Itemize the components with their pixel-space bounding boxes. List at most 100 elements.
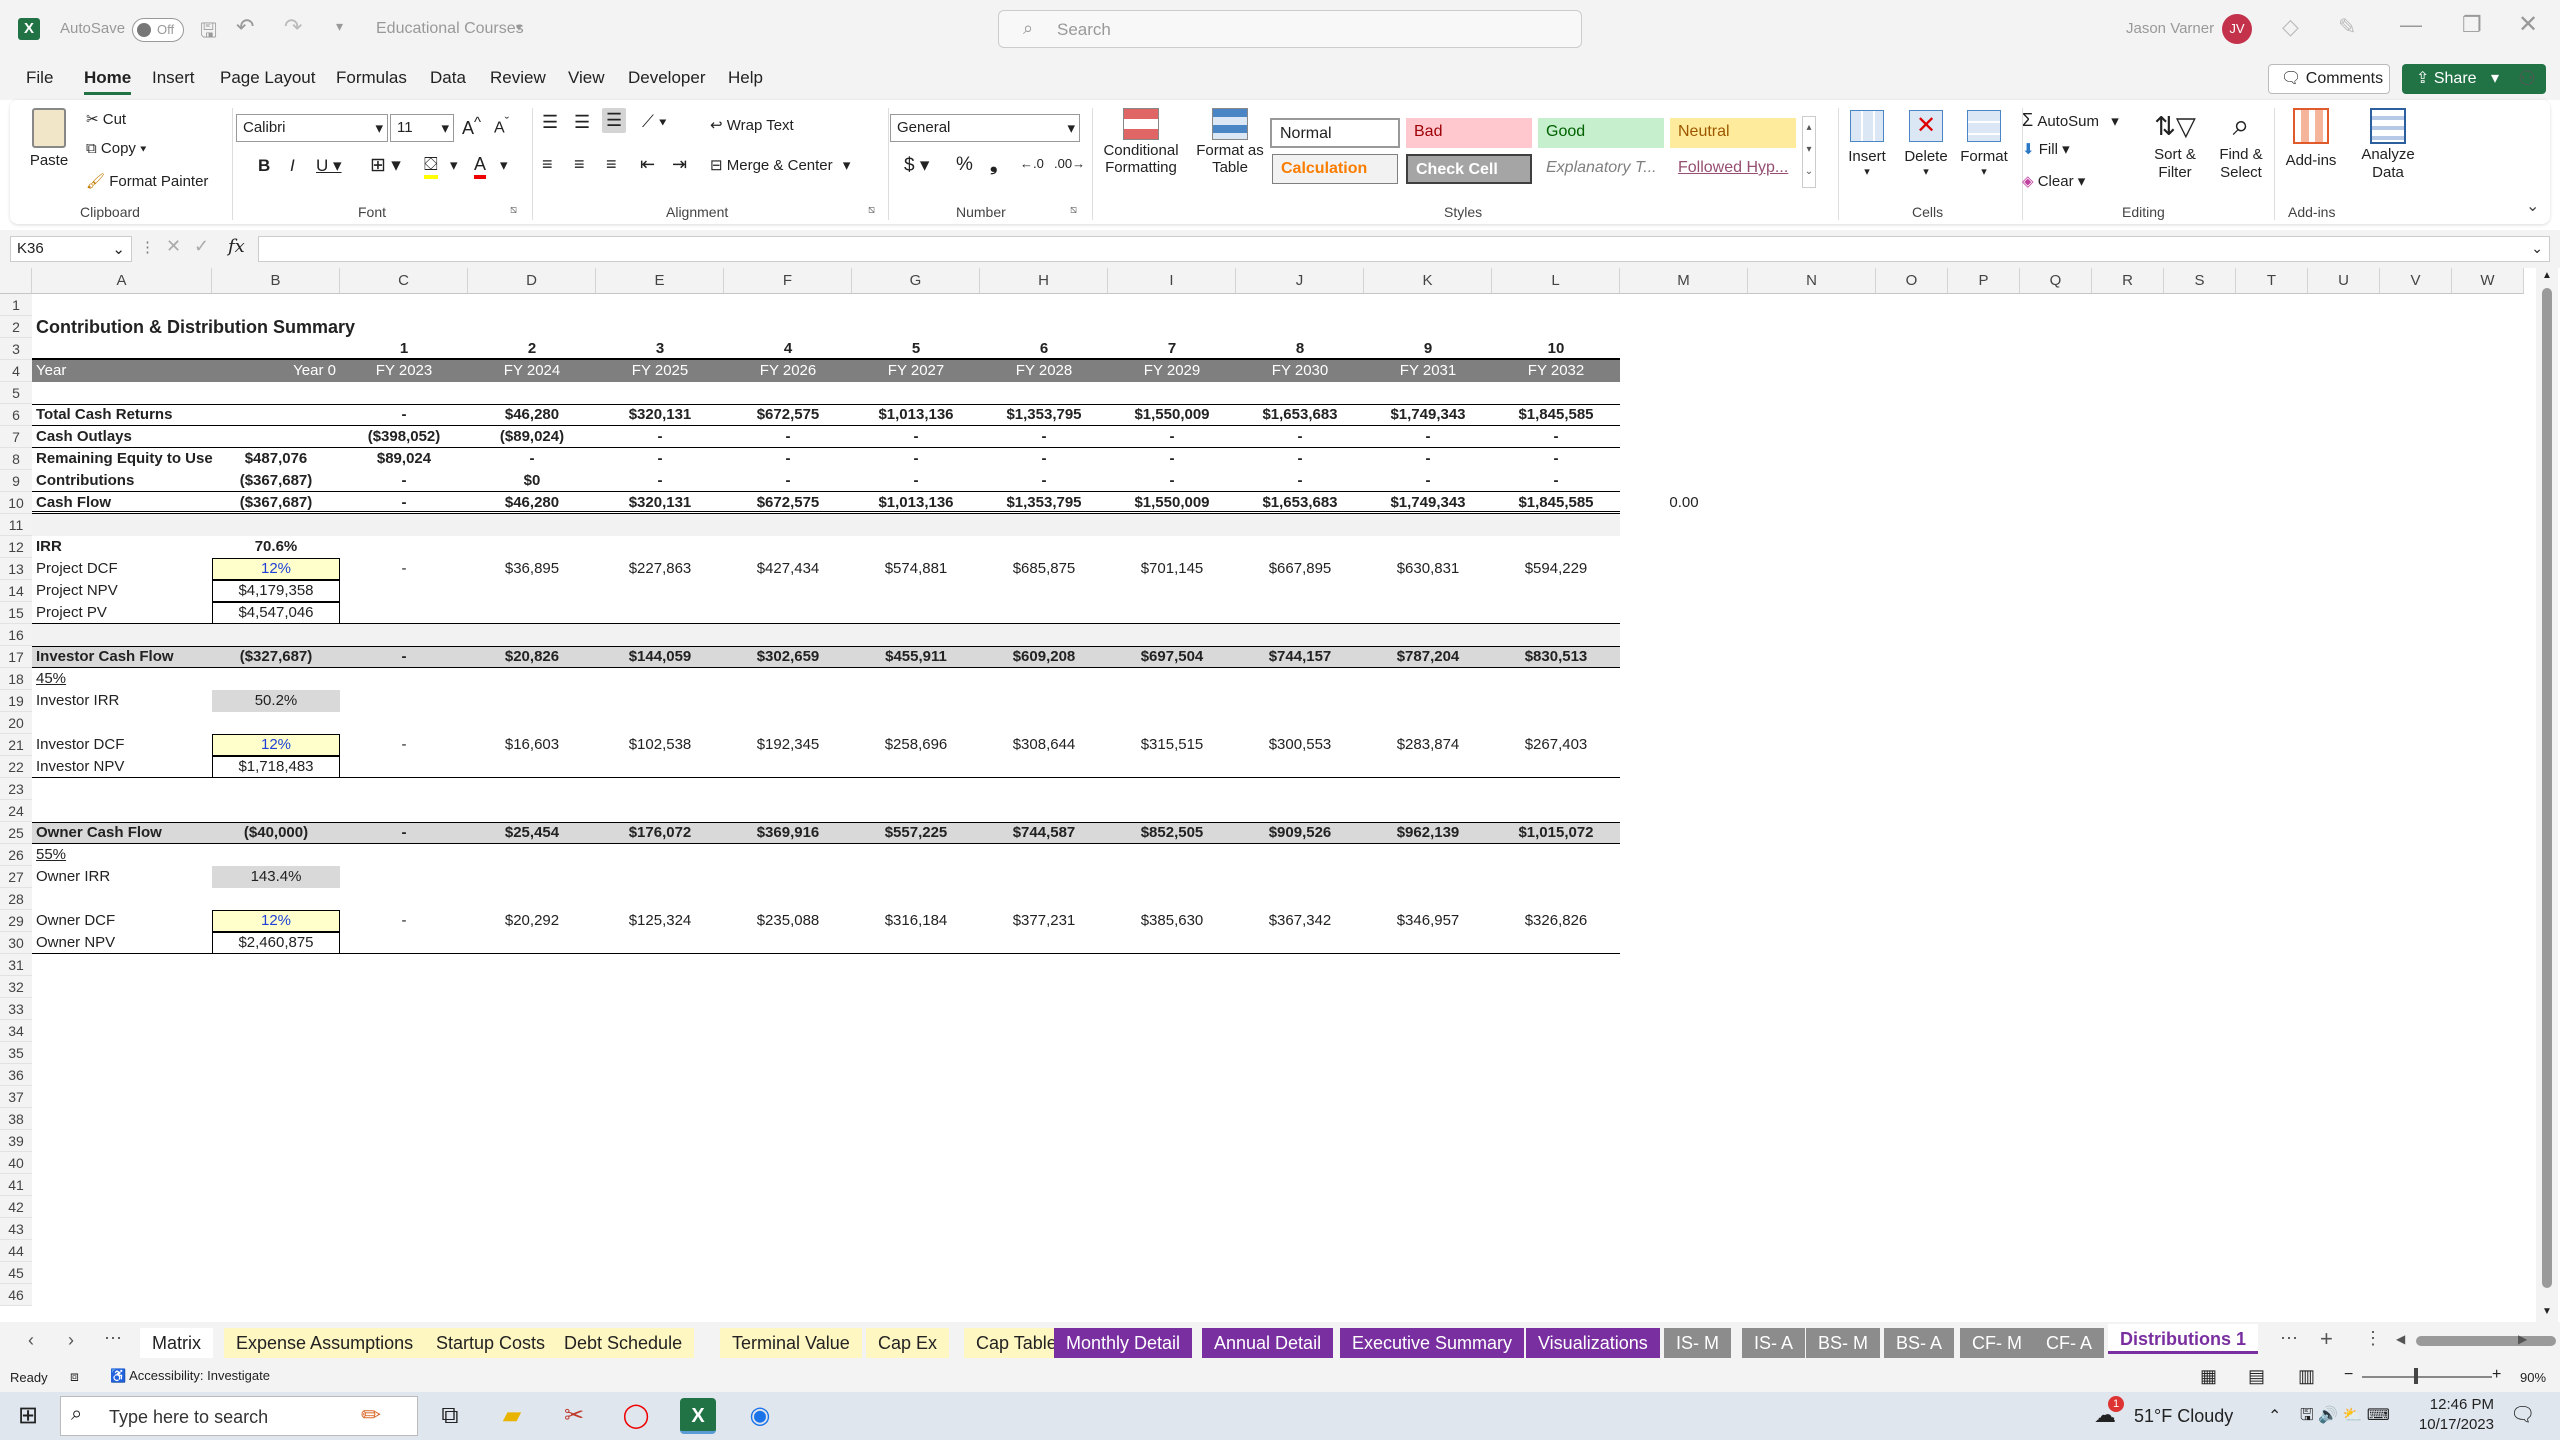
hscroll-right-icon[interactable]: ▶: [2518, 1332, 2527, 1346]
weather-label[interactable]: 51°F Cloudy: [2134, 1406, 2233, 1427]
accessibility-button[interactable]: ♿ Accessibility: Investigate: [110, 1368, 270, 1384]
cell-K13[interactable]: $630,831: [1368, 558, 1488, 580]
cell-G13[interactable]: $574,881: [856, 558, 976, 580]
undo-icon[interactable]: ↶: [236, 14, 254, 40]
cell-B29[interactable]: 12%: [216, 910, 336, 932]
cell-C7[interactable]: ($398,052): [344, 426, 464, 448]
cell-F4[interactable]: FY 2026: [728, 360, 848, 382]
align-left-icon[interactable]: ≡: [542, 154, 553, 175]
row-header[interactable]: 11: [0, 514, 32, 536]
search-box[interactable]: ⌕ Search: [998, 10, 1582, 48]
cell-B14[interactable]: $4,179,358: [216, 580, 336, 602]
row-header[interactable]: 18: [0, 668, 32, 690]
sheet-options-icon[interactable]: ⋮: [2364, 1328, 2382, 1349]
scroll-up-icon[interactable]: ▲: [2542, 270, 2552, 281]
cell-A12[interactable]: IRR: [36, 536, 208, 558]
row-header[interactable]: 31: [0, 954, 32, 976]
cell-L17[interactable]: $830,513: [1496, 646, 1616, 668]
insert-cells-button[interactable]: Insert ▾: [1842, 110, 1892, 178]
cell-F25[interactable]: $369,916: [728, 822, 848, 844]
cell-I25[interactable]: $852,505: [1112, 822, 1232, 844]
snipping-tool-icon[interactable]: ✂: [556, 1398, 592, 1434]
sheet-tab[interactable]: Debt Schedule: [552, 1328, 695, 1358]
orientation-icon[interactable]: ⟋ ▾: [642, 112, 667, 132]
paste-button[interactable]: Paste: [24, 108, 74, 188]
cell-B4[interactable]: Year 0: [216, 360, 336, 382]
chevron-down-icon[interactable]: ▾: [450, 156, 458, 174]
column-header[interactable]: V: [2380, 268, 2452, 294]
diamond-icon[interactable]: ◇: [2282, 14, 2299, 40]
row-header[interactable]: 6: [0, 404, 32, 426]
menu-view[interactable]: View: [568, 68, 605, 88]
column-header[interactable]: M: [1620, 268, 1748, 294]
cell-I3[interactable]: 7: [1112, 338, 1232, 360]
cell-J4[interactable]: FY 2030: [1240, 360, 1360, 382]
row-header[interactable]: 37: [0, 1086, 32, 1108]
column-header[interactable]: K: [1364, 268, 1492, 294]
cell-E4[interactable]: FY 2025: [600, 360, 720, 382]
cell-K10[interactable]: $1,749,343: [1368, 492, 1488, 514]
cell-L7[interactable]: -: [1496, 426, 1616, 448]
row-header[interactable]: 26: [0, 844, 32, 866]
tray-icons[interactable]: 🖫 🔊 ⛅ ⌨: [2300, 1404, 2390, 1431]
cell-G3[interactable]: 5: [856, 338, 976, 360]
column-header[interactable]: J: [1236, 268, 1364, 294]
style-check-cell[interactable]: Check Cell: [1406, 154, 1532, 184]
sheet-tab[interactable]: Startup Costs: [424, 1328, 558, 1358]
styles-scroll[interactable]: ▴ ▾ ⌄: [1802, 116, 1816, 188]
cell-J3[interactable]: 8: [1240, 338, 1360, 360]
cell-B27[interactable]: 143.4%: [216, 866, 336, 888]
cell-G17[interactable]: $455,911: [856, 646, 976, 668]
column-header[interactable]: N: [1748, 268, 1876, 294]
decrease-font-icon[interactable]: Aˇ: [494, 114, 509, 137]
cell-D7[interactable]: ($89,024): [472, 426, 592, 448]
row-header[interactable]: 9: [0, 470, 32, 492]
name-box[interactable]: K36 ⌄: [10, 236, 132, 262]
style-good[interactable]: Good: [1538, 118, 1664, 148]
cell-H3[interactable]: 6: [984, 338, 1104, 360]
cell-G21[interactable]: $258,696: [856, 734, 976, 756]
cell-C21[interactable]: -: [344, 734, 464, 756]
avatar[interactable]: JV: [2222, 14, 2252, 44]
cell-K6[interactable]: $1,749,343: [1368, 404, 1488, 426]
cell-D10[interactable]: $46,280: [472, 492, 592, 514]
style-followed-hyperlink[interactable]: Followed Hyp...: [1670, 154, 1796, 184]
align-right-icon[interactable]: ≡: [606, 154, 617, 175]
row-header[interactable]: 20: [0, 712, 32, 734]
font-size-select[interactable]: 11 ▾: [390, 114, 454, 142]
cell-D8[interactable]: -: [472, 448, 592, 470]
analyze-data-button[interactable]: Analyze Data: [2350, 108, 2426, 182]
collapse-ribbon-icon[interactable]: ⌄: [2526, 196, 2539, 216]
merge-center-button[interactable]: ⊟ Merge & Center ▾: [710, 156, 850, 174]
row-header[interactable]: 25: [0, 822, 32, 844]
row-header[interactable]: 32: [0, 976, 32, 998]
clock-date[interactable]: 10/17/2023: [2410, 1416, 2494, 1433]
tab-overflow-icon[interactable]: ⋯: [2280, 1328, 2298, 1349]
cell-F29[interactable]: $235,088: [728, 910, 848, 932]
show-hidden-icons-icon[interactable]: ⌃: [2268, 1406, 2281, 1426]
cell-H29[interactable]: $377,231: [984, 910, 1104, 932]
hscroll-left-icon[interactable]: ◀: [2396, 1332, 2405, 1346]
cell-G8[interactable]: -: [856, 448, 976, 470]
cell-A26[interactable]: 55%: [36, 844, 208, 866]
cell-A2[interactable]: Contribution & Distribution Summary: [36, 316, 636, 338]
increase-indent-icon[interactable]: ⇥: [672, 154, 687, 175]
cell-I6[interactable]: $1,550,009: [1112, 404, 1232, 426]
confirm-entry-icon[interactable]: ✓: [194, 236, 209, 257]
cell-L13[interactable]: $594,229: [1496, 558, 1616, 580]
cell-H25[interactable]: $744,587: [984, 822, 1104, 844]
cell-D4[interactable]: FY 2024: [472, 360, 592, 382]
row-header[interactable]: 16: [0, 624, 32, 646]
cell-D17[interactable]: $20,826: [472, 646, 592, 668]
autosum-button[interactable]: Σ AutoSum ▾: [2022, 110, 2119, 131]
cell-G9[interactable]: -: [856, 470, 976, 492]
percent-icon[interactable]: %: [956, 154, 973, 176]
sheet-tab[interactable]: Expense Assumptions: [224, 1328, 426, 1358]
cell-C29[interactable]: -: [344, 910, 464, 932]
sheet-tab[interactable]: Monthly Detail: [1054, 1328, 1193, 1358]
sheet-tab[interactable]: Visualizations: [1526, 1328, 1660, 1358]
task-view-icon[interactable]: ⧉: [432, 1398, 468, 1434]
column-header[interactable]: U: [2308, 268, 2380, 294]
cell-E17[interactable]: $144,059: [600, 646, 720, 668]
cell-H4[interactable]: FY 2028: [984, 360, 1104, 382]
